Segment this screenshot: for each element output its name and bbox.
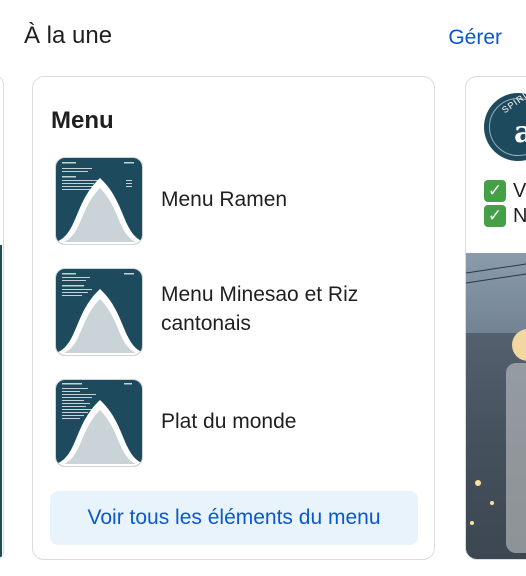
check-text: N	[513, 205, 526, 228]
menu-card: Menu Menu Ramen Menu Minesao et Riz cant…	[32, 76, 435, 560]
logo-letter: a	[514, 115, 526, 150]
menu-thumbnail	[55, 157, 143, 245]
menu-item-plat-du-monde[interactable]: Plat du monde	[51, 379, 421, 475]
menu-item-label: Plat du monde	[161, 410, 297, 433]
check-row: ✓ N	[484, 204, 526, 228]
menu-item-label: Menu Ramen	[161, 188, 288, 211]
next-card[interactable]: SPIRITS a ✓ V ✓ N	[465, 76, 526, 560]
check-text: V	[513, 179, 526, 202]
menu-thumbnail	[55, 379, 143, 467]
check-mark-icon: ✓	[484, 205, 506, 227]
menu-card-title: Menu	[51, 107, 114, 134]
manage-link[interactable]: Gérer	[448, 26, 502, 50]
previous-card[interactable]	[0, 76, 4, 560]
restaurant-photo	[466, 253, 526, 559]
see-all-menu-button[interactable]: Voir tous les éléments du menu	[50, 491, 418, 545]
menu-item-minesao[interactable]: Menu Minesao et Riz cantonais	[51, 268, 421, 364]
check-row: ✓ V	[484, 179, 526, 203]
menu-item-ramen[interactable]: Menu Ramen	[51, 157, 421, 253]
section-title: À la une	[24, 22, 113, 49]
menu-thumbnail	[55, 268, 143, 356]
restaurant-logo: SPIRITS a	[484, 83, 526, 161]
check-mark-icon: ✓	[484, 180, 506, 202]
previous-card-image	[0, 245, 2, 557]
menu-item-label: Menu Minesao et Riz cantonais	[161, 283, 359, 335]
